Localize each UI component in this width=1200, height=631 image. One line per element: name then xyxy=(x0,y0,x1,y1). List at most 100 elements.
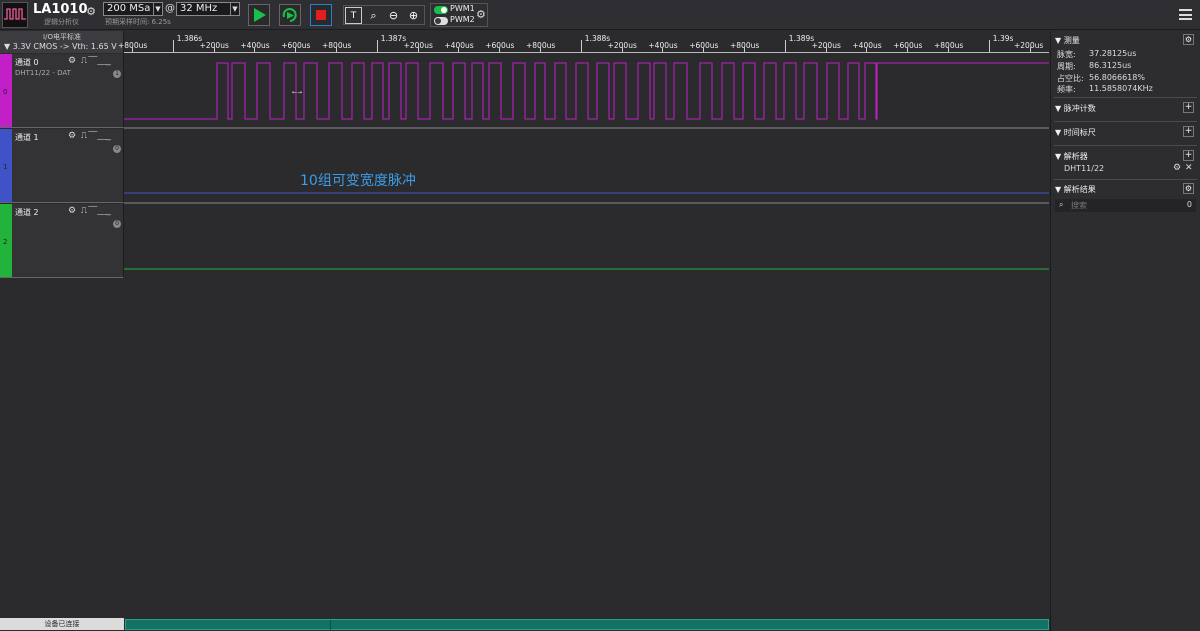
pwm-settings-gear-icon[interactable]: ⚙ xyxy=(476,8,486,21)
status-bar: 设备已连接 xyxy=(0,617,1050,631)
run-button[interactable] xyxy=(248,4,270,26)
hamburger-menu-icon[interactable] xyxy=(1179,9,1192,20)
estimated-sample-time: 预期采样时间: 6.25s xyxy=(105,18,171,26)
channel-decoder-label: DHT11/22 - DAT xyxy=(15,69,71,77)
results-settings-gear-icon[interactable]: ⚙ xyxy=(1183,183,1194,194)
pulse-width-value: 37.28125us xyxy=(1089,49,1137,58)
period-value: 86.3125us xyxy=(1089,61,1132,70)
io-standard-label: I/O电平标准 xyxy=(43,33,81,41)
chevron-down-icon[interactable]: ▼ xyxy=(230,2,239,16)
zoom-fit-icon[interactable]: ⌕ xyxy=(365,7,382,24)
duty-label: 占空比: xyxy=(1057,74,1084,83)
zoom-toolbar: T ⌕ ⊖ ⊕ xyxy=(343,5,425,25)
results-search-input[interactable] xyxy=(1071,200,1171,211)
channel-1-header[interactable]: 1 通道 1 ⚙ ⎍⎺⎽_ 0 xyxy=(0,129,124,203)
pwm2-toggle[interactable] xyxy=(434,17,448,25)
channel-count-badge: 0 xyxy=(113,220,121,228)
analyzer-item-gear-icon[interactable]: ⚙ xyxy=(1173,163,1181,173)
io-voltage-select[interactable]: ▼ 3.3V CMOS -> Vth: 1.65 V xyxy=(4,42,117,51)
waveform-view[interactable]: ←→ xyxy=(124,53,1049,278)
pwm1-toggle[interactable] xyxy=(434,6,448,14)
time-tick-mark xyxy=(172,40,174,52)
measure-settings-gear-icon[interactable]: ⚙ xyxy=(1183,34,1194,45)
results-section-title[interactable]: ▼ 解析结果 xyxy=(1055,184,1096,195)
cursor-marker[interactable]: ←→ xyxy=(292,89,302,96)
divider xyxy=(1054,179,1197,180)
channel-2-header[interactable]: 2 通道 2 ⚙ ⎍⎺⎽_ 0 xyxy=(0,204,124,278)
io-standard-panel: I/O电平标准 ▼ 3.3V CMOS -> Vth: 1.65 V xyxy=(0,31,124,53)
divider xyxy=(1054,145,1197,146)
connection-status: 设备已连接 xyxy=(0,618,124,630)
analyzer-item-close-icon[interactable]: ✕ xyxy=(1185,163,1193,173)
analyzer-add-plus-icon[interactable]: + xyxy=(1183,150,1194,161)
time-tick-major: 1.39s xyxy=(992,34,1014,43)
pulse-count-section-title[interactable]: ▼ 脉冲计数 xyxy=(1055,103,1096,114)
overview-viewport-marker xyxy=(330,620,331,631)
time-tick-mark xyxy=(132,47,133,52)
measure-section-title[interactable]: ▼ 测量 xyxy=(1055,35,1080,46)
time-tick-mark xyxy=(336,47,337,52)
time-tick-mark xyxy=(540,47,541,52)
time-tick-major: 1.387s xyxy=(380,34,407,43)
time-tick-mark xyxy=(988,40,990,52)
toolbar: LA1010 逻辑分析仪 ⚙ 200 MSa ▼ @ 32 MHz ▼ 预期采样… xyxy=(0,0,1200,30)
pwm2-label: PWM2 xyxy=(450,15,475,24)
results-search-row: ⌕ 0 xyxy=(1055,199,1196,212)
logic-analyzer-window: LA1010 逻辑分析仪 ⚙ 200 MSa ▼ @ 32 MHz ▼ 预期采样… xyxy=(0,0,1200,631)
trigger-icons[interactable]: ⚙ ⎍⎺⎽_ xyxy=(68,131,112,141)
chevron-down-icon[interactable]: ▼ xyxy=(153,2,162,16)
stop-button[interactable] xyxy=(310,4,332,26)
capture-overview-scrollbar[interactable] xyxy=(125,619,1049,631)
sample-rate-value: 200 MSa xyxy=(107,3,151,14)
time-tick-mark xyxy=(744,47,745,52)
analyzer-item-label[interactable]: DHT11/22 xyxy=(1064,164,1104,173)
time-ruler-add-plus-icon[interactable]: + xyxy=(1183,126,1194,137)
time-tick-major: 1.386s xyxy=(176,34,203,43)
time-tick-mark xyxy=(254,47,256,52)
channel-0-waveform xyxy=(124,62,1049,120)
loop-run-button[interactable] xyxy=(279,4,301,26)
results-count: 0 xyxy=(1186,200,1192,209)
stop-icon xyxy=(316,10,326,20)
play-icon xyxy=(254,8,266,22)
search-icon: ⌕ xyxy=(1059,200,1064,209)
time-tick-mark xyxy=(417,47,419,52)
time-tick-mark xyxy=(295,47,297,52)
time-tick-mark xyxy=(458,47,460,52)
channel-count-badge: 0 xyxy=(113,145,121,153)
channel-name[interactable]: 通道 1 xyxy=(15,132,39,143)
channel-index: 2 xyxy=(3,238,8,246)
loop-play-icon xyxy=(282,8,297,22)
text-tool-icon[interactable]: T xyxy=(345,7,362,24)
device-model: LA1010 xyxy=(33,2,88,17)
waveform-logo-icon xyxy=(2,2,28,28)
analyzer-section-title[interactable]: ▼ 解析器 xyxy=(1055,151,1088,162)
channel-count-badge: 1 xyxy=(113,70,121,78)
channel-name[interactable]: 通道 2 xyxy=(15,207,39,218)
time-tick-mark xyxy=(784,40,786,52)
channel-name[interactable]: 通道 0 xyxy=(15,57,39,68)
trigger-icons[interactable]: ⚙ ⎍⎺⎽_ xyxy=(68,206,112,216)
time-tick-mark xyxy=(948,47,949,52)
time-tick-mark xyxy=(703,47,705,52)
time-tick-mark xyxy=(376,40,378,52)
time-tick-mark xyxy=(499,47,501,52)
device-settings-gear-icon[interactable]: ⚙ xyxy=(84,5,98,19)
zoom-in-icon[interactable]: ⊕ xyxy=(405,7,422,24)
sample-depth-select[interactable]: 32 MHz ▼ xyxy=(176,2,240,16)
channel-index: 1 xyxy=(3,163,8,171)
trigger-icons[interactable]: ⚙ ⎍⎺⎽_ xyxy=(68,56,112,66)
divider xyxy=(1054,121,1197,122)
time-ruler-section-title[interactable]: ▼ 时间标尺 xyxy=(1055,127,1096,138)
sample-rate-select[interactable]: 200 MSa ▼ xyxy=(103,2,163,16)
at-sign: @ xyxy=(165,3,175,14)
channel-0-header[interactable]: 0 通道 0 DHT11/22 - DAT ⚙ ⎍⎺⎽_ 1 xyxy=(0,54,124,128)
time-tick-major: 1.388s xyxy=(584,34,611,43)
time-tick-mark xyxy=(866,47,868,52)
frequency-label: 频率: xyxy=(1057,85,1076,94)
pulse-count-add-plus-icon[interactable]: + xyxy=(1183,102,1194,113)
time-ruler[interactable]: +800us 1.386s +200us +400us +600us +800us 1.38… xyxy=(118,31,1049,53)
time-tick-mark xyxy=(662,47,664,52)
channel-index: 0 xyxy=(3,88,8,96)
zoom-out-icon[interactable]: ⊖ xyxy=(385,7,402,24)
